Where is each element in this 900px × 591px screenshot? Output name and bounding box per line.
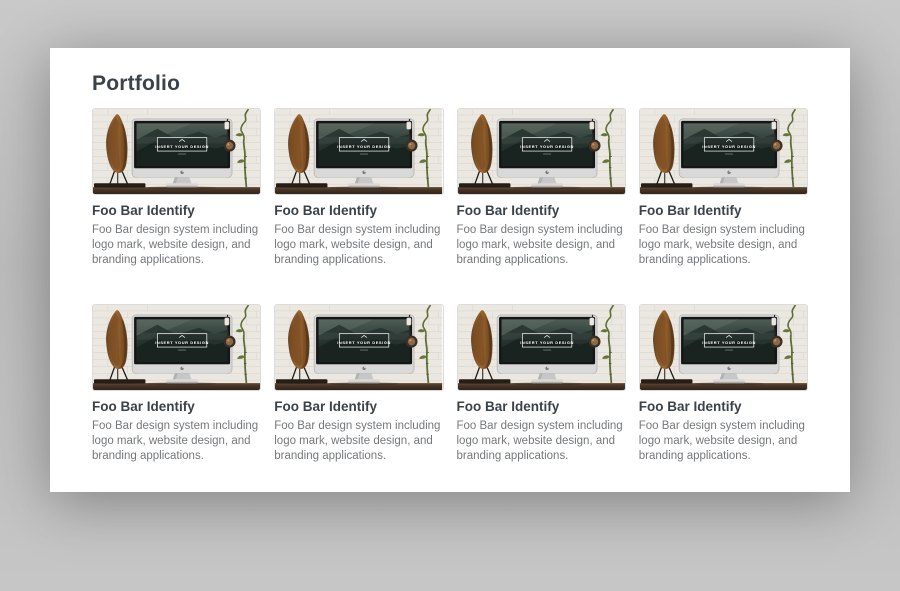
portfolio-item-description: Foo Bar design system including logo mar… bbox=[92, 223, 261, 268]
portfolio-thumbnail[interactable] bbox=[274, 304, 443, 391]
page-title: Portfolio bbox=[92, 72, 808, 96]
portfolio-item-description: Foo Bar design system including logo mar… bbox=[457, 223, 626, 268]
portfolio-item-title: Foo Bar Identify bbox=[639, 399, 808, 415]
portfolio-thumbnail[interactable] bbox=[639, 108, 808, 195]
portfolio-item-title: Foo Bar Identify bbox=[92, 399, 261, 415]
portfolio-card[interactable]: Foo Bar Identify Foo Bar design system i… bbox=[92, 304, 261, 492]
portfolio-card[interactable]: Foo Bar Identify Foo Bar design system i… bbox=[639, 304, 808, 492]
portfolio-item-description: Foo Bar design system including logo mar… bbox=[274, 223, 443, 268]
portfolio-card[interactable]: Foo Bar Identify Foo Bar design system i… bbox=[274, 304, 443, 492]
portfolio-item-title: Foo Bar Identify bbox=[457, 399, 626, 415]
portfolio-card[interactable]: Foo Bar Identify Foo Bar design system i… bbox=[92, 108, 261, 304]
portfolio-item-description: Foo Bar design system including logo mar… bbox=[92, 419, 261, 464]
portfolio-thumbnail[interactable] bbox=[274, 108, 443, 195]
portfolio-thumbnail[interactable] bbox=[92, 304, 261, 391]
portfolio-thumbnail[interactable] bbox=[639, 304, 808, 391]
portfolio-item-title: Foo Bar Identify bbox=[92, 203, 261, 219]
portfolio-card[interactable]: Foo Bar Identify Foo Bar design system i… bbox=[457, 108, 626, 304]
portfolio-item-title: Foo Bar Identify bbox=[274, 399, 443, 415]
portfolio-item-title: Foo Bar Identify bbox=[639, 203, 808, 219]
portfolio-thumbnail[interactable] bbox=[457, 304, 626, 391]
portfolio-card[interactable]: Foo Bar Identify Foo Bar design system i… bbox=[457, 304, 626, 492]
portfolio-item-description: Foo Bar design system including logo mar… bbox=[457, 419, 626, 464]
portfolio-thumbnail[interactable] bbox=[457, 108, 626, 195]
portfolio-page-card: Portfolio Foo Bar Identify Foo Bar desig… bbox=[50, 48, 850, 492]
portfolio-card[interactable]: Foo Bar Identify Foo Bar design system i… bbox=[639, 108, 808, 304]
portfolio-thumbnail[interactable] bbox=[92, 108, 261, 195]
portfolio-item-description: Foo Bar design system including logo mar… bbox=[274, 419, 443, 464]
portfolio-item-description: Foo Bar design system including logo mar… bbox=[639, 223, 808, 268]
portfolio-item-title: Foo Bar Identify bbox=[274, 203, 443, 219]
portfolio-item-description: Foo Bar design system including logo mar… bbox=[639, 419, 808, 464]
portfolio-grid: Foo Bar Identify Foo Bar design system i… bbox=[92, 108, 808, 492]
portfolio-item-title: Foo Bar Identify bbox=[457, 203, 626, 219]
portfolio-card[interactable]: Foo Bar Identify Foo Bar design system i… bbox=[274, 108, 443, 304]
